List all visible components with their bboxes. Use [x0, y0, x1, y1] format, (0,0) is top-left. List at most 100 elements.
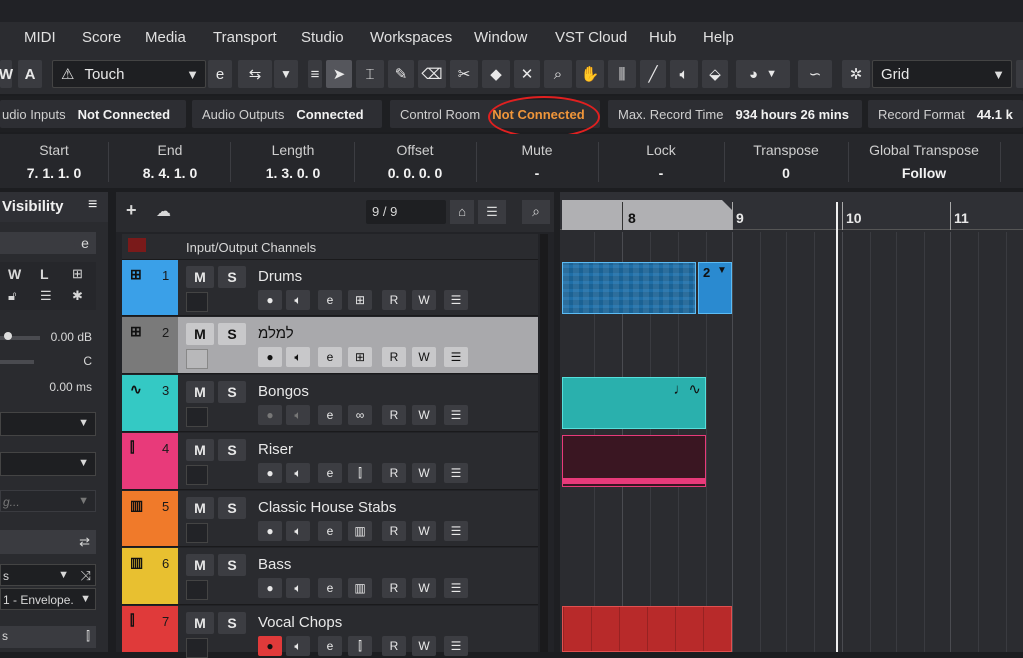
locator-range[interactable]	[562, 200, 732, 230]
mute-button[interactable]: M	[186, 612, 214, 634]
read-button[interactable]: R	[382, 463, 406, 483]
mute-button[interactable]: M	[186, 381, 214, 403]
preset-select[interactable]: s ▼ ⤨	[0, 564, 96, 586]
lock-icon[interactable]: 🔓︎	[8, 288, 16, 304]
monitor-button[interactable]: 🔈︎	[286, 290, 310, 310]
drums-part-repeat[interactable]: 2 ▼	[698, 262, 732, 314]
vocal-chops-part[interactable]	[562, 606, 732, 652]
riser-part[interactable]	[562, 435, 706, 487]
track-name[interactable]: Vocal Chops	[258, 614, 342, 631]
solo-button[interactable]: S	[218, 554, 246, 576]
read-button[interactable]: R	[382, 578, 406, 598]
write-button[interactable]: W	[412, 347, 436, 367]
track-name[interactable]: למלמ	[258, 325, 294, 342]
solo-button[interactable]: S	[218, 439, 246, 461]
info-offset[interactable]: Offset 0. 0. 0. 0	[356, 142, 474, 181]
record-enable-button[interactable]: ●	[258, 636, 282, 656]
settings-button[interactable]: ☰	[444, 463, 468, 483]
add-track-icon[interactable]: +	[126, 200, 137, 221]
mute-tool[interactable]: ✕	[514, 60, 540, 88]
monitor-button[interactable]: 🔈︎	[286, 521, 310, 541]
track-checkbox[interactable]	[186, 349, 208, 369]
info-mute[interactable]: Mute -	[478, 142, 596, 181]
search-icon[interactable]: ⌕	[522, 200, 550, 224]
instrument-button[interactable]: ⫿	[348, 463, 372, 483]
track-name[interactable]: Bongos	[258, 383, 309, 400]
zoom-tool[interactable]: ⌕	[544, 60, 572, 88]
chevron-down-icon[interactable]: ▼	[717, 265, 727, 276]
settings-button[interactable]: ☰	[444, 521, 468, 541]
erase-tool[interactable]: ⌫	[418, 60, 446, 88]
toolbar-overflow[interactable]	[1016, 60, 1023, 88]
menu-transport[interactable]: Transport	[213, 29, 277, 46]
ruler[interactable]: 8 9 10 11	[560, 192, 1023, 230]
instrument-button[interactable]: ▥	[348, 521, 372, 541]
mute-button[interactable]: M	[186, 497, 214, 519]
settings-button[interactable]: ☰	[444, 347, 468, 367]
project-cursor[interactable]	[836, 202, 838, 652]
edit-channel-button[interactable]: e	[318, 521, 342, 541]
edit-channel-button[interactable]: e	[318, 347, 342, 367]
solo-button[interactable]: S	[218, 381, 246, 403]
snap-type-select[interactable]: Grid ▼	[872, 60, 1012, 88]
edit-channel-icon[interactable]: e	[74, 232, 96, 254]
write-button[interactable]: W	[412, 578, 436, 598]
track-row[interactable]: ⫿ 4 M S Riser ● 🔈︎ e ⫿ R W ☰	[122, 433, 538, 490]
track-name[interactable]: Riser	[258, 441, 293, 458]
insert-field[interactable]: g... ▼	[0, 490, 96, 512]
menu-help[interactable]: Help	[703, 29, 734, 46]
instrument-button[interactable]: ⫿	[348, 636, 372, 656]
record-enable-button[interactable]: ●	[258, 290, 282, 310]
track-checkbox[interactable]	[186, 465, 208, 485]
instrument-button[interactable]: ▥	[348, 578, 372, 598]
home-icon[interactable]: ⌂	[450, 200, 474, 224]
track-checkbox[interactable]	[186, 407, 208, 427]
automation-mode-select[interactable]: ⚠ Touch ▼	[52, 60, 206, 88]
constrain-delay-button[interactable]: ⇆	[238, 60, 272, 88]
audio-inputs-status[interactable]: udio Inputs Not Connected	[0, 100, 186, 128]
auto-scroll-button[interactable]: ∽	[798, 60, 832, 88]
slider-handle[interactable]	[4, 332, 12, 340]
mute-button[interactable]: M	[186, 554, 214, 576]
grid-icon[interactable]: ⊞	[72, 266, 83, 282]
track-name[interactable]: Drums	[258, 268, 302, 285]
stereo-button[interactable]: ∞	[348, 405, 372, 425]
track-row[interactable]: ∿ 3 M S Bongos ● 🔈︎ e ∞ R W ☰	[122, 375, 538, 432]
section-header[interactable]: ⇄	[0, 530, 96, 554]
menu-media[interactable]: Media	[145, 29, 186, 46]
menu-score[interactable]: Score	[82, 29, 121, 46]
record-enable-button[interactable]: ●	[258, 347, 282, 367]
folder-track[interactable]: Input/Output Channels	[122, 234, 538, 260]
write-button[interactable]: W	[412, 463, 436, 483]
drums-part[interactable]	[562, 262, 696, 314]
write-button[interactable]: W	[412, 290, 436, 310]
track-checkbox[interactable]	[186, 580, 208, 600]
max-record-time-status[interactable]: Max. Record Time 934 hours 26 mins	[608, 100, 862, 128]
read-button[interactable]: R	[382, 290, 406, 310]
audio-outputs-status[interactable]: Audio Outputs Connected	[192, 100, 382, 128]
trim-tool[interactable]: ✋	[576, 60, 604, 88]
write-button[interactable]: W	[412, 521, 436, 541]
info-lock[interactable]: Lock -	[600, 142, 722, 181]
read-automation-button[interactable]: A	[18, 60, 42, 88]
play-tool[interactable]: 🔈︎	[670, 60, 698, 88]
mute-button[interactable]: M	[186, 266, 214, 288]
track-list-scrollbar[interactable]	[540, 234, 548, 652]
settings-button[interactable]: ☰	[444, 405, 468, 425]
menu-icon[interactable]: ≡	[88, 196, 97, 214]
cloud-icon[interactable]: ☁	[156, 202, 171, 220]
mute-button[interactable]: M	[186, 323, 214, 345]
solo-button[interactable]: S	[218, 497, 246, 519]
write-button[interactable]: W	[412, 636, 436, 656]
info-end[interactable]: End 8. 4. 1. 0	[112, 142, 228, 181]
line-tool[interactable]: ╱	[640, 60, 666, 88]
monitor-button[interactable]: 🔈︎	[286, 347, 310, 367]
track-row[interactable]: ▥ 6 M S Bass ● 🔈︎ e ▥ R W ☰	[122, 548, 538, 605]
read-button[interactable]: R	[382, 405, 406, 425]
menu-studio[interactable]: Studio	[301, 29, 344, 46]
menu-window[interactable]: Window	[474, 29, 527, 46]
info-length[interactable]: Length 1. 3. 0. 0	[234, 142, 352, 181]
color-select[interactable]: ◕ ▼	[736, 60, 790, 88]
list-icon[interactable]: ☰	[478, 200, 506, 224]
draw-tool[interactable]: ✎	[388, 60, 414, 88]
